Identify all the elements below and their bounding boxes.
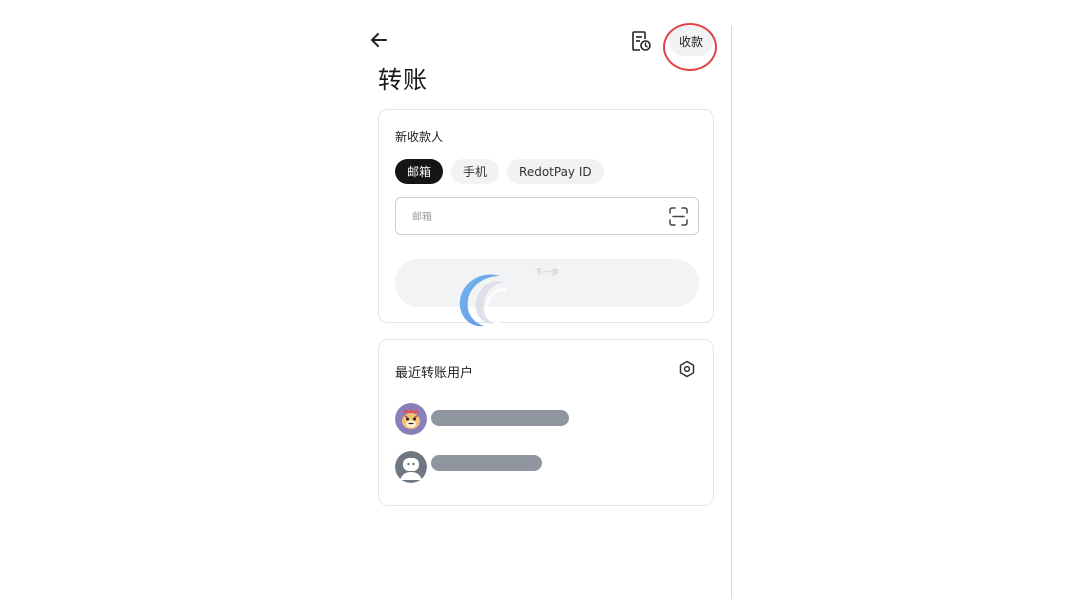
- arrow-left-icon: [371, 33, 387, 47]
- next-button-label: 下一步: [535, 268, 559, 277]
- back-button[interactable]: [368, 29, 390, 51]
- avatar: [395, 403, 427, 435]
- cartoon-tiger-avatar-icon: [395, 403, 427, 435]
- recent-settings-button[interactable]: [678, 360, 696, 378]
- receive-button[interactable]: 收款: [669, 26, 713, 56]
- tab-email[interactable]: 邮箱: [395, 159, 444, 184]
- new-payee-label: 新收款人: [395, 130, 444, 144]
- recent-recipients-card: 最近转账用户: [378, 339, 714, 506]
- tab-redotpay-id[interactable]: RedotPay ID: [507, 159, 604, 184]
- scan-button[interactable]: [669, 207, 688, 226]
- default-avatar-icon: [395, 451, 427, 483]
- email-field-wrapper: [395, 197, 699, 236]
- history-button[interactable]: [629, 29, 653, 53]
- document-clock-icon: [632, 31, 651, 51]
- recent-recipients-label: 最近转账用户: [395, 366, 474, 381]
- tab-phone[interactable]: 手机: [451, 159, 500, 184]
- new-payee-card: 新收款人 邮箱 手机 RedotPay ID 下一步: [378, 109, 714, 323]
- settings-hexagon-icon: [679, 360, 695, 378]
- next-button[interactable]: 下一步: [395, 259, 699, 307]
- redacted-user-name: [431, 410, 569, 426]
- recent-user-row[interactable]: [395, 403, 695, 435]
- redacted-user-name: [431, 455, 542, 471]
- page-title: 转账: [378, 66, 428, 94]
- avatar: [395, 451, 427, 483]
- receive-button-label: 收款: [678, 34, 703, 49]
- email-field[interactable]: [410, 198, 654, 236]
- panel-divider: [731, 26, 732, 599]
- recipient-type-tabs: 邮箱 手机 RedotPay ID: [395, 159, 604, 184]
- recent-user-row[interactable]: [395, 451, 695, 483]
- scan-icon: [669, 207, 688, 226]
